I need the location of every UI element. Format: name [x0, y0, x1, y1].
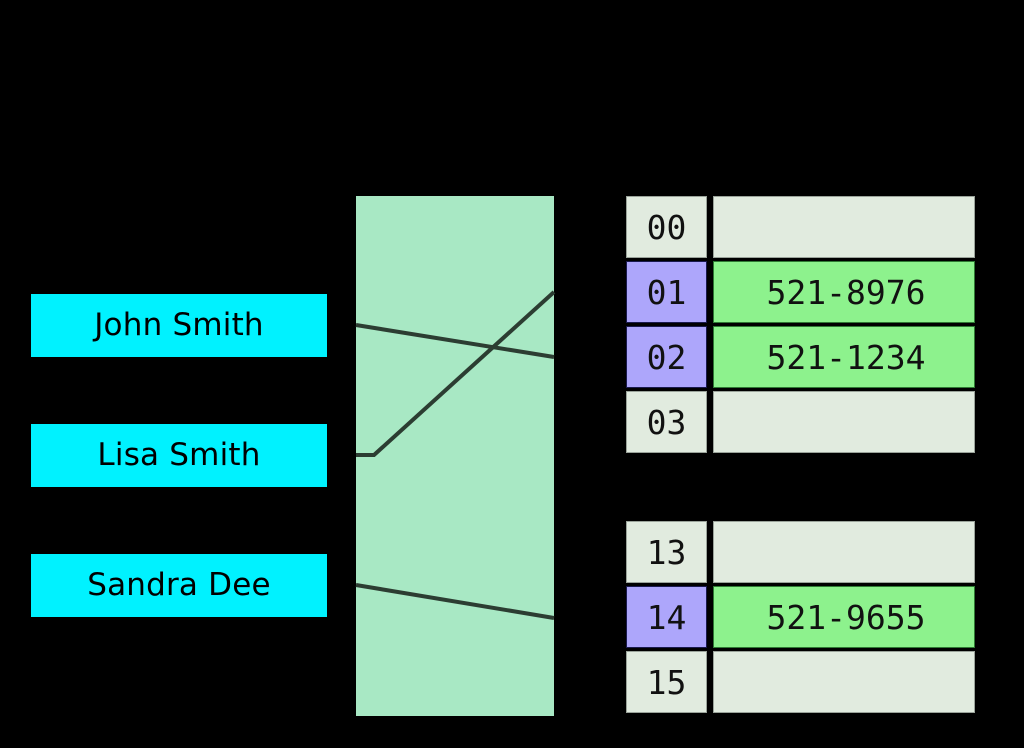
hash-function-panel [355, 196, 556, 716]
bucket-value-cell[interactable] [713, 391, 975, 453]
key-label: Lisa Smith [97, 437, 261, 473]
table-row[interactable]: 13 [626, 521, 975, 583]
bucket-value-cell[interactable]: 521-1234 [713, 326, 975, 388]
bucket-value-cell[interactable]: 521-8976 [713, 261, 975, 323]
bucket-index-cell[interactable]: 00 [626, 196, 707, 258]
table-row[interactable]: 15 [626, 651, 975, 713]
bucket-value-cell[interactable]: 521-9655 [713, 586, 975, 648]
bucket-index-cell[interactable]: 03 [626, 391, 707, 453]
key-label: John Smith [94, 307, 264, 343]
table-row[interactable]: 00 [626, 196, 975, 258]
key-box[interactable]: Lisa Smith [31, 424, 327, 487]
bucket-index-cell[interactable]: 15 [626, 651, 707, 713]
key-box[interactable]: John Smith [31, 294, 327, 357]
bucket-index-cell[interactable]: 01 [626, 261, 707, 323]
table-row[interactable]: 14 521-9655 [626, 586, 975, 648]
hash-mapping-lines [355, 290, 556, 620]
diagram-canvas: John Smith Lisa Smith Sandra Dee 00 01 521-8… [0, 0, 1024, 748]
bucket-index-cell[interactable]: 02 [626, 326, 707, 388]
table-row[interactable]: 03 [626, 391, 975, 453]
hash-mapping-line [355, 583, 555, 620]
bucket-value-cell[interactable] [713, 521, 975, 583]
key-box[interactable]: Sandra Dee [31, 554, 327, 617]
table-row[interactable]: 01 521-8976 [626, 261, 975, 323]
bucket-index-cell[interactable]: 14 [626, 586, 707, 648]
hash-mapping-line [355, 323, 555, 359]
table-row[interactable]: 02 521-1234 [626, 326, 975, 388]
bucket-table-upper: 00 01 521-8976 02 521-1234 03 [626, 196, 975, 456]
key-label: Sandra Dee [87, 567, 271, 603]
bucket-value-cell[interactable] [713, 196, 975, 258]
bucket-index-cell[interactable]: 13 [626, 521, 707, 583]
hash-mapping-line [356, 290, 556, 457]
bucket-value-cell[interactable] [713, 651, 975, 713]
bucket-table-lower: 13 14 521-9655 15 [626, 521, 975, 716]
